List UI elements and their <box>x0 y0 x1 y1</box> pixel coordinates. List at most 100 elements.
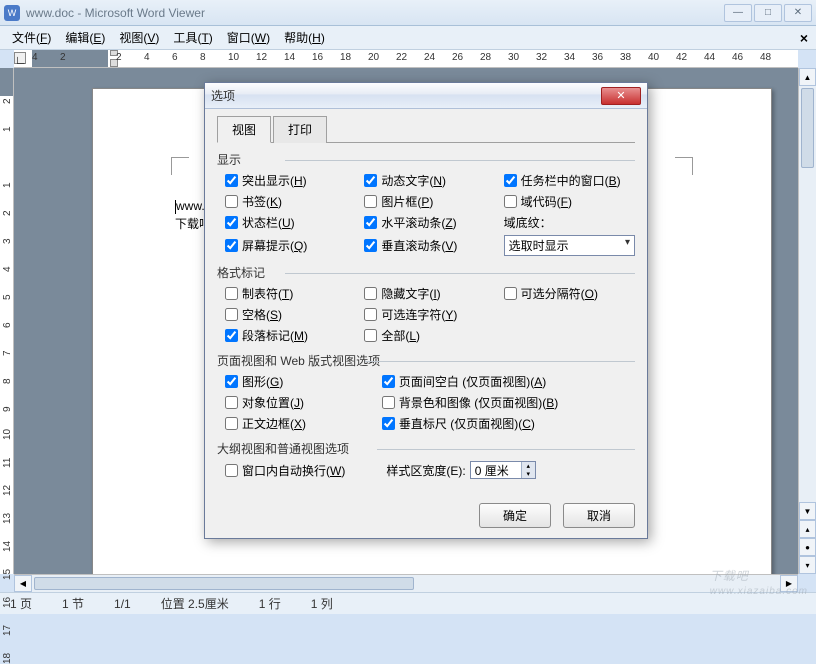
maximize-button[interactable]: □ <box>754 4 782 22</box>
spin-down[interactable]: ▾ <box>521 470 535 478</box>
close-document-button[interactable]: × <box>800 30 808 46</box>
checkbox-hidden-input[interactable] <box>364 287 377 300</box>
checkbox-tab-input[interactable] <box>225 287 238 300</box>
menu-edit[interactable]: 编辑(E) <box>59 27 111 48</box>
checkbox-fieldcodes[interactable]: 域代码(F) <box>504 193 635 210</box>
dialog-titlebar[interactable]: 选项 ✕ <box>205 83 647 109</box>
checkbox-statusb[interactable]: 状态栏(U) <box>225 214 356 231</box>
status-position: 位置 2.5厘米 <box>161 595 229 612</box>
checkbox-textbnd-input[interactable] <box>225 417 238 430</box>
checkbox-textbnd[interactable]: 正文边框(X) <box>225 415 374 432</box>
checkbox-bookmarks-input[interactable] <box>225 195 238 208</box>
field-shading-select[interactable]: 选取时显示 <box>504 235 635 256</box>
scroll-right-button[interactable]: ▶ <box>780 575 798 592</box>
checkbox-fieldcodes-input[interactable] <box>504 195 517 208</box>
status-page: 1 页 <box>10 595 32 612</box>
scroll-up-button[interactable]: ▲ <box>799 68 816 86</box>
status-line: 1 行 <box>259 595 281 612</box>
browse-object-button[interactable]: ● <box>799 538 816 556</box>
checkbox-opthy2-input[interactable] <box>364 308 377 321</box>
group-outline-label: 大纲视图和普通视图选项 <box>217 440 635 457</box>
vscroll-thumb[interactable] <box>801 88 814 168</box>
group-display-label: 显示 <box>217 151 635 168</box>
checkbox-whitesp-input[interactable] <box>382 375 395 388</box>
margin-corner-tr <box>675 157 693 175</box>
checkbox-anchors[interactable]: 对象位置(J) <box>225 394 374 411</box>
checkbox-picph[interactable]: 图片框(P) <box>364 193 495 210</box>
checkbox-highlight-input[interactable] <box>225 174 238 187</box>
checkbox-spaces[interactable]: 空格(S) <box>225 306 356 323</box>
checkbox-drawings[interactable]: 图形(G) <box>225 373 374 390</box>
checkbox-hscrollb-input[interactable] <box>364 216 377 229</box>
next-page-button[interactable]: ▾ <box>799 556 816 574</box>
menu-file[interactable]: 文件(F) <box>6 27 57 48</box>
checkbox-para[interactable]: 段落标记(M) <box>225 327 356 344</box>
prev-page-button[interactable]: ▴ <box>799 520 816 538</box>
group-format-label: 格式标记 <box>217 264 635 281</box>
spin-up[interactable]: ▴ <box>521 462 535 470</box>
menu-help[interactable]: 帮助(H) <box>278 27 331 48</box>
checkbox-opthy2[interactable]: 可选连字符(Y) <box>364 306 495 323</box>
checkbox-vruler-input[interactable] <box>382 417 395 430</box>
checkbox-animated-input[interactable] <box>364 174 377 187</box>
checkbox-wrap[interactable]: 窗口内自动换行(W) <box>225 462 380 479</box>
checkbox-bgcolor-input[interactable] <box>382 396 395 409</box>
checkbox-screentips-input[interactable] <box>225 239 238 252</box>
tab-view[interactable]: 视图 <box>217 116 271 143</box>
checkbox-bgcolor[interactable]: 背景色和图像 (仅页面视图)(B) <box>382 394 635 411</box>
vertical-scrollbar[interactable]: ▲ ▼ ▴ ● ▾ <box>798 68 816 574</box>
checkbox-spaces-input[interactable] <box>225 308 238 321</box>
horizontal-ruler[interactable]: ∟ 42246810121416182022242628303234363840… <box>14 50 798 68</box>
checkbox-picph-input[interactable] <box>364 195 377 208</box>
tab-selector[interactable]: ∟ <box>14 52 26 64</box>
checkbox-vscrollb-input[interactable] <box>364 239 377 252</box>
checkbox-animated[interactable]: 动态文字(N) <box>364 172 495 189</box>
window-title: www.doc - Microsoft Word Viewer <box>26 6 724 20</box>
scroll-down-button[interactable]: ▼ <box>799 502 816 520</box>
checkbox-hscrollb[interactable]: 水平滚动条(Z) <box>364 214 495 231</box>
checkbox-vscrollb[interactable]: 垂直滚动条(V) <box>364 235 495 256</box>
checkbox-taskbar[interactable]: 任务栏中的窗口(B) <box>504 172 635 189</box>
style-width-spinner[interactable]: ▴▾ <box>470 461 536 479</box>
checkbox-bookmarks[interactable]: 书签(K) <box>225 193 356 210</box>
close-button[interactable]: ✕ <box>784 4 812 22</box>
checkbox-anchors-input[interactable] <box>225 396 238 409</box>
vertical-ruler[interactable]: 21123456789101112131415161718 <box>0 68 14 574</box>
group-format: 格式标记 制表符(T) 隐藏文字(I) 可选分隔符(O) 空格(S) 可选连字符(Y) 段… <box>217 264 635 344</box>
style-width-input[interactable] <box>471 462 521 478</box>
checkbox-screentips[interactable]: 屏幕提示(Q) <box>225 235 356 256</box>
scroll-left-button[interactable]: ◀ <box>14 575 32 592</box>
status-section: 1 节 <box>62 595 84 612</box>
checkbox-drawings-input[interactable] <box>225 375 238 388</box>
checkbox-para-input[interactable] <box>225 329 238 342</box>
checkbox-statusb-input[interactable] <box>225 216 238 229</box>
cancel-button[interactable]: 取消 <box>563 503 635 528</box>
checkbox-all-input[interactable] <box>364 329 377 342</box>
checkbox-taskbar-input[interactable] <box>504 174 517 187</box>
checkbox-opthyp[interactable]: 可选分隔符(O) <box>504 285 635 302</box>
menu-window[interactable]: 窗口(W) <box>221 27 276 48</box>
margin-corner-tl <box>171 157 189 175</box>
options-dialog: 选项 ✕ 视图 打印 显示 突出显示(H) 动态文字(N) 任务栏中的窗口(B) 书签… <box>204 82 648 539</box>
dialog-title: 选项 <box>211 87 235 104</box>
status-column: 1 列 <box>311 595 333 612</box>
checkbox-whitesp[interactable]: 页面间空白 (仅页面视图)(A) <box>382 373 635 390</box>
menu-view[interactable]: 视图(V) <box>113 27 165 48</box>
horizontal-scrollbar[interactable]: ◀ ▶ <box>14 574 798 592</box>
field-shading-label: 域底纹： <box>504 214 635 231</box>
checkbox-hidden[interactable]: 隐藏文字(I) <box>364 285 495 302</box>
group-pageview: 页面视图和 Web 版式视图选项 图形(G)页面间空白 (仅页面视图)(A)对象… <box>217 352 635 432</box>
checkbox-highlight[interactable]: 突出显示(H) <box>225 172 356 189</box>
ok-button[interactable]: 确定 <box>479 503 551 528</box>
checkbox-wrap-input[interactable] <box>225 464 238 477</box>
tab-print[interactable]: 打印 <box>273 116 327 143</box>
checkbox-all[interactable]: 全部(L) <box>364 327 495 344</box>
checkbox-vruler[interactable]: 垂直标尺 (仅页面视图)(C) <box>382 415 635 432</box>
status-pagecount: 1/1 <box>114 597 131 611</box>
hscroll-thumb[interactable] <box>34 577 414 590</box>
checkbox-opthyp-input[interactable] <box>504 287 517 300</box>
checkbox-tab[interactable]: 制表符(T) <box>225 285 356 302</box>
dialog-close-button[interactable]: ✕ <box>601 87 641 105</box>
menu-tools[interactable]: 工具(T) <box>167 27 218 48</box>
minimize-button[interactable]: — <box>724 4 752 22</box>
